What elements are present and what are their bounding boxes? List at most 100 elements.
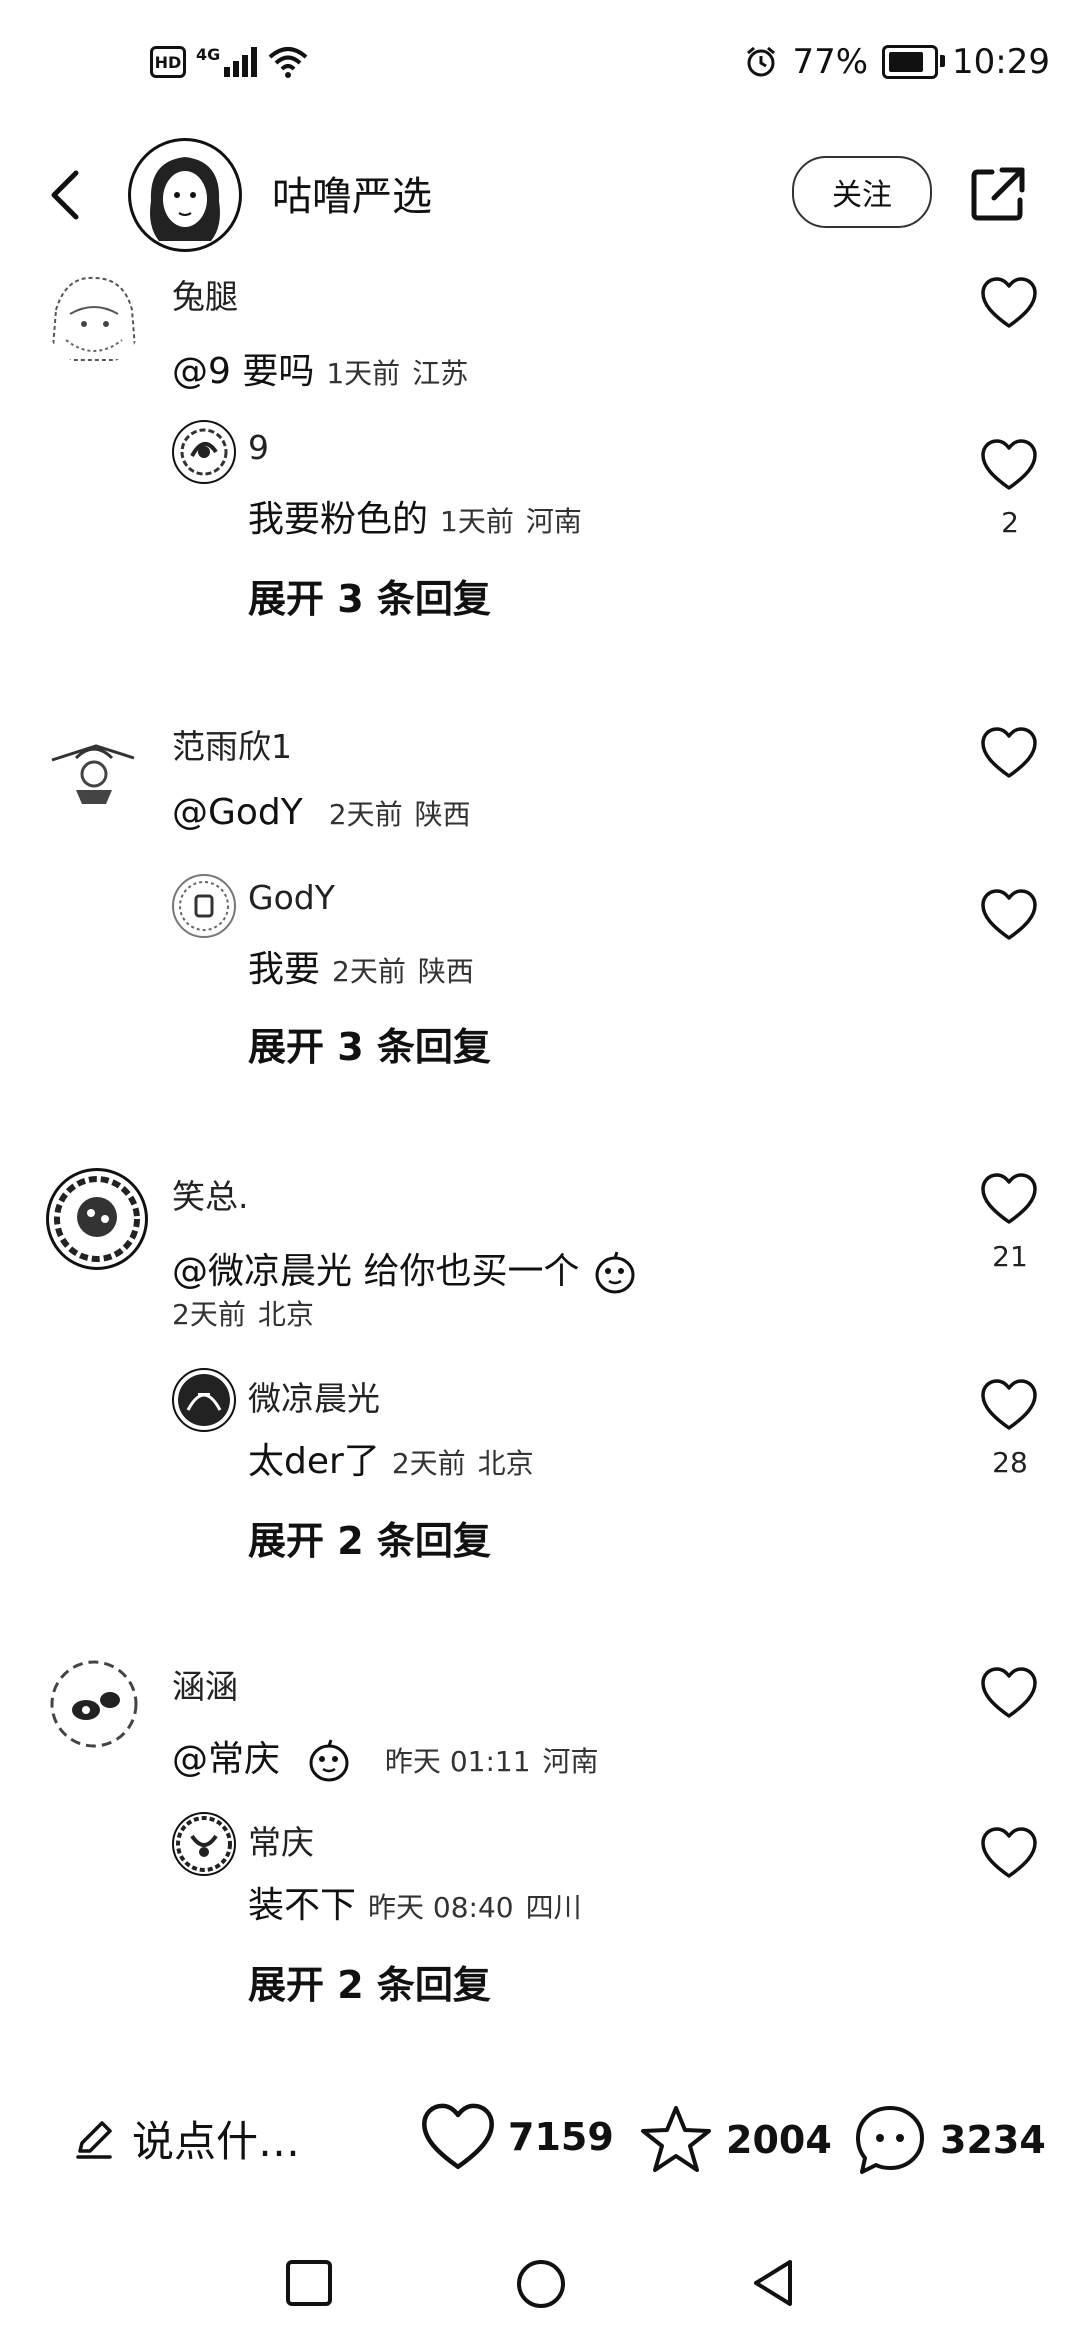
reply-time: 2天前 xyxy=(391,1447,466,1480)
battery-icon xyxy=(882,45,946,79)
comment-meta: 2天前 北京 xyxy=(172,1292,314,1333)
reply-text[interactable]: 装不下 昨天 08:40 四川 xyxy=(248,1876,582,1928)
comment-location: 陕西 xyxy=(414,798,471,831)
reply-body: 太der了 xyxy=(248,1441,380,1482)
comment-user[interactable]: 笑总. xyxy=(172,1170,249,1218)
expand-replies-button[interactable]: 展开 2 条回复 xyxy=(248,1510,491,1565)
avatar[interactable] xyxy=(172,1368,236,1432)
avatar[interactable] xyxy=(46,270,142,366)
reply-body: 我要 xyxy=(248,949,321,990)
comment-icon xyxy=(856,2106,924,2174)
comment-text[interactable]: @微凉晨光 给你也买一个 xyxy=(172,1242,639,1297)
comment-user[interactable]: 兔腿 xyxy=(172,270,238,318)
comment-total: 3234 xyxy=(940,2118,1046,2162)
comment-body: @常庆 xyxy=(172,1739,281,1780)
heart-icon[interactable] xyxy=(980,438,1038,492)
heart-icon[interactable] xyxy=(980,1666,1038,1720)
reply-user[interactable]: 常庆 xyxy=(248,1816,314,1864)
avatar[interactable] xyxy=(172,874,236,938)
sticker-icon xyxy=(309,1739,349,1782)
author-avatar[interactable] xyxy=(128,138,242,252)
reply-text[interactable]: 太der了 2天前 北京 xyxy=(248,1432,534,1484)
comment-time: 2天前 xyxy=(328,798,403,831)
heart-icon[interactable] xyxy=(980,1378,1038,1432)
hd-icon: HD xyxy=(150,46,186,78)
back-nav-icon[interactable] xyxy=(748,2258,798,2308)
avatar[interactable] xyxy=(46,1656,142,1752)
heart-icon[interactable] xyxy=(980,726,1038,780)
heart-icon xyxy=(422,2103,494,2170)
reply-body: 装不下 xyxy=(248,1885,357,1926)
comment-text[interactable]: @9 要吗 1天前 江苏 xyxy=(172,342,468,394)
comment-input[interactable]: 说点什… xyxy=(72,2108,300,2169)
like-count: 28 xyxy=(992,1446,1028,1479)
sticker-icon xyxy=(595,1251,635,1294)
comment-text[interactable]: @常庆 昨天 01:11 河南 xyxy=(172,1730,599,1785)
comment-location: 北京 xyxy=(257,1298,314,1331)
reply-time: 昨天 08:40 xyxy=(368,1891,514,1924)
reply-time: 2天前 xyxy=(332,955,406,988)
reply-user[interactable]: 9 xyxy=(248,428,269,467)
comment-body: @GodY xyxy=(172,792,303,833)
reply-location: 四川 xyxy=(525,1891,582,1924)
comment-location: 河南 xyxy=(542,1745,599,1778)
comment-user[interactable]: 范雨欣1 xyxy=(172,720,292,768)
signal-icon xyxy=(224,47,258,77)
reply-location: 河南 xyxy=(525,505,582,538)
like-count: 2 xyxy=(1001,506,1019,539)
avatar[interactable] xyxy=(46,720,142,816)
avatar[interactable] xyxy=(46,1168,148,1270)
reply-user[interactable]: 微凉晨光 xyxy=(248,1372,380,1420)
reply-time: 1天前 xyxy=(440,505,514,538)
follow-button[interactable]: 关注 xyxy=(792,156,932,228)
wifi-icon xyxy=(268,47,308,78)
system-nav-bar xyxy=(0,2230,1080,2340)
comment-time: 2天前 xyxy=(172,1298,246,1331)
battery-percent: 77% xyxy=(792,42,869,82)
favorite-button[interactable]: 2004 xyxy=(638,2102,832,2178)
avatar[interactable] xyxy=(172,1812,236,1876)
star-icon xyxy=(641,2106,711,2172)
comments-button[interactable]: 3234 xyxy=(852,2102,1046,2178)
comment-input-placeholder: 说点什… xyxy=(132,2117,301,2166)
share-icon[interactable] xyxy=(966,162,1030,226)
expand-replies-button[interactable]: 展开 3 条回复 xyxy=(248,1016,491,1071)
alarm-icon xyxy=(747,46,776,77)
expand-replies-button[interactable]: 展开 3 条回复 xyxy=(248,568,491,623)
heart-icon[interactable] xyxy=(980,888,1038,942)
reply-location: 北京 xyxy=(477,1447,534,1480)
comment-text[interactable]: @GodY 2天前 陕西 xyxy=(172,792,471,833)
like-count: 21 xyxy=(992,1240,1028,1273)
top-header: 咕噜严选 关注 xyxy=(0,130,1080,260)
back-icon[interactable] xyxy=(38,165,98,225)
avatar[interactable] xyxy=(172,420,236,484)
reply-user[interactable]: GodY xyxy=(248,878,335,917)
status-bar: HD 4G 77% 10:29 xyxy=(0,0,1080,130)
comment-body: @9 要吗 xyxy=(172,351,315,392)
reply-location: 陕西 xyxy=(417,955,474,988)
like-button[interactable]: 7159 xyxy=(420,2102,614,2172)
expand-replies-button[interactable]: 展开 2 条回复 xyxy=(248,1954,491,2009)
author-name[interactable]: 咕噜严选 xyxy=(272,164,432,222)
reply-text[interactable]: 我要 2天前 陕西 xyxy=(248,940,474,992)
comment-body: @微凉晨光 给你也买一个 xyxy=(172,1251,580,1292)
bottom-action-bar: 说点什… 7159 2004 3234 xyxy=(0,2080,1080,2210)
status-right: 77% 10:29 xyxy=(744,42,1050,82)
comment-time: 1天前 xyxy=(326,357,401,390)
clock: 10:29 xyxy=(952,42,1050,82)
heart-icon[interactable] xyxy=(980,1826,1038,1880)
home-icon[interactable] xyxy=(515,2258,567,2310)
comment-location: 江苏 xyxy=(412,357,469,390)
comment-user[interactable]: 涵涵 xyxy=(172,1660,238,1708)
heart-icon[interactable] xyxy=(980,1172,1038,1226)
network-type: 4G xyxy=(196,45,221,64)
recents-icon[interactable] xyxy=(284,2258,334,2308)
heart-icon[interactable] xyxy=(980,276,1038,330)
pencil-icon xyxy=(76,2120,112,2159)
reply-text[interactable]: 我要粉色的 1天前 河南 xyxy=(248,490,582,542)
reply-body: 我要粉色的 xyxy=(248,499,429,540)
status-left: HD 4G xyxy=(150,45,309,79)
like-total: 7159 xyxy=(508,2115,614,2159)
comment-time: 昨天 01:11 xyxy=(384,1745,531,1778)
favorite-total: 2004 xyxy=(726,2118,832,2162)
